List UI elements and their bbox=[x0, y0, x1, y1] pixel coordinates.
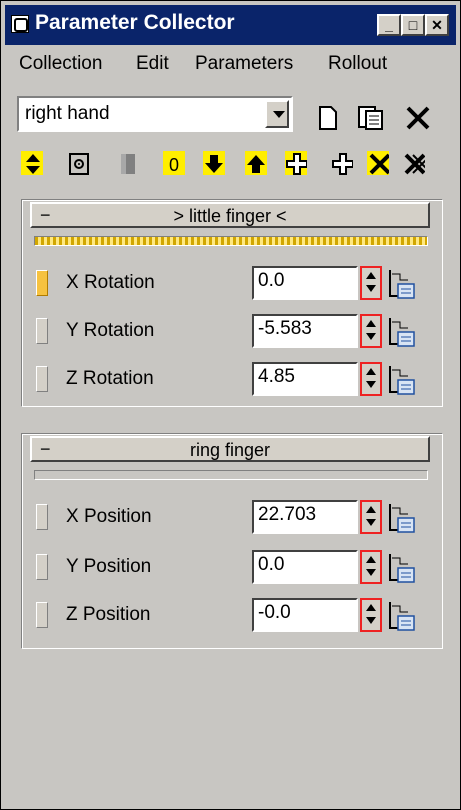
parameter-row: X Position 22.703 bbox=[22, 496, 442, 536]
parameter-row: X Rotation 0.0 bbox=[22, 262, 442, 302]
svg-text:0: 0 bbox=[169, 155, 179, 175]
delete-all-icon[interactable] bbox=[403, 151, 425, 175]
rollout-little-finger: − > little finger < X Rotation 0.0 Y Rot… bbox=[21, 199, 443, 407]
rollout-header[interactable]: − ring finger bbox=[30, 436, 430, 462]
parameter-row: Z Rotation 4.85 bbox=[22, 358, 442, 398]
rollout-header[interactable]: − > little finger < bbox=[30, 202, 430, 228]
parameter-select-handle[interactable] bbox=[36, 270, 48, 296]
parameter-label: X Rotation bbox=[66, 272, 155, 293]
parameter-row: Y Rotation -5.583 bbox=[22, 310, 442, 350]
parameter-value: 22.703 bbox=[258, 504, 317, 525]
window-title: Parameter Collector bbox=[35, 11, 235, 34]
rollout-icon[interactable] bbox=[119, 152, 141, 176]
rollout-ring-finger: − ring finger X Position 22.703 Y Positi… bbox=[21, 433, 443, 649]
parameter-value: -0.0 bbox=[258, 602, 291, 623]
parameter-select-handle[interactable] bbox=[36, 318, 48, 344]
collection-name: right hand bbox=[25, 103, 110, 124]
menu-rollout[interactable]: Rollout bbox=[328, 53, 387, 75]
parameter-value-field[interactable]: 0.0 bbox=[252, 550, 358, 584]
parameter-label: Z Position bbox=[66, 604, 151, 625]
curve-editor-icon[interactable] bbox=[388, 364, 418, 396]
parameter-label: Y Rotation bbox=[66, 320, 155, 341]
parameter-label: Z Rotation bbox=[66, 368, 154, 389]
menu-bar: Collection Edit Parameters Rollout bbox=[5, 47, 456, 81]
rollout-drop-zone[interactable] bbox=[34, 236, 428, 246]
parameter-value: -5.583 bbox=[258, 318, 312, 339]
delete-selected-icon[interactable] bbox=[367, 151, 389, 175]
select-object-icon[interactable] bbox=[69, 153, 91, 177]
parameter-select-handle[interactable] bbox=[36, 554, 48, 580]
move-down-icon[interactable] bbox=[203, 151, 225, 175]
parameter-value: 4.85 bbox=[258, 366, 295, 387]
parameter-value-field[interactable]: 0.0 bbox=[252, 266, 358, 300]
curve-editor-icon[interactable] bbox=[388, 316, 418, 348]
curve-editor-icon[interactable] bbox=[388, 552, 418, 584]
spinner[interactable] bbox=[360, 314, 382, 348]
parameter-value: 0.0 bbox=[258, 270, 285, 291]
menu-parameters[interactable]: Parameters bbox=[195, 53, 293, 75]
collection-dropdown[interactable]: right hand bbox=[17, 96, 293, 132]
rollout-title: ring finger bbox=[189, 440, 271, 460]
parameter-value-field[interactable]: 22.703 bbox=[252, 500, 358, 534]
delete-collection-icon[interactable] bbox=[405, 105, 431, 131]
parameter-row: Y Position 0.0 bbox=[22, 546, 442, 586]
curve-editor-icon[interactable] bbox=[388, 268, 418, 300]
parameter-value-field[interactable]: 4.85 bbox=[252, 362, 358, 396]
move-up-icon[interactable] bbox=[245, 151, 267, 175]
parameter-select-handle[interactable] bbox=[36, 366, 48, 392]
parameter-value: 0.0 bbox=[258, 554, 285, 575]
dropdown-arrow-button[interactable] bbox=[265, 100, 289, 128]
curve-editor-icon[interactable] bbox=[388, 600, 418, 632]
parameter-label: Y Position bbox=[66, 556, 152, 577]
zero-icon[interactable]: 0 bbox=[163, 151, 185, 175]
spinner[interactable] bbox=[360, 500, 382, 534]
parameter-select-handle[interactable] bbox=[36, 504, 48, 530]
parameter-select-handle[interactable] bbox=[36, 602, 48, 628]
parameter-collector-window: Parameter Collector _ □ ✕ Collection Edi… bbox=[0, 0, 461, 810]
app-icon bbox=[11, 15, 29, 33]
minimize-button[interactable]: _ bbox=[377, 14, 401, 36]
rollout-panel: − > little finger < X Rotation 0.0 Y Rot… bbox=[17, 191, 445, 791]
spinner[interactable] bbox=[360, 598, 382, 632]
move-up-down-icon[interactable] bbox=[21, 151, 43, 175]
spinner[interactable] bbox=[360, 362, 382, 396]
chevron-down-icon bbox=[273, 111, 285, 118]
add-selected-icon[interactable] bbox=[285, 151, 307, 175]
spinner[interactable] bbox=[360, 550, 382, 584]
curve-editor-icon[interactable] bbox=[388, 502, 418, 534]
title-bar[interactable]: Parameter Collector _ □ ✕ bbox=[5, 5, 456, 45]
add-icon[interactable] bbox=[331, 151, 353, 175]
rollout-drop-zone[interactable] bbox=[34, 470, 428, 480]
spinner[interactable] bbox=[360, 266, 382, 300]
maximize-button[interactable]: □ bbox=[401, 14, 425, 36]
duplicate-collection-icon[interactable] bbox=[357, 105, 385, 131]
menu-collection[interactable]: Collection bbox=[19, 53, 102, 75]
rollout-title: > little finger < bbox=[173, 206, 287, 226]
parameter-value-field[interactable]: -0.0 bbox=[252, 598, 358, 632]
parameter-label: X Position bbox=[66, 506, 152, 527]
close-button[interactable]: ✕ bbox=[425, 14, 449, 36]
parameter-row: Z Position -0.0 bbox=[22, 594, 442, 634]
parameter-value-field[interactable]: -5.583 bbox=[252, 314, 358, 348]
new-collection-icon[interactable] bbox=[317, 105, 339, 131]
menu-edit[interactable]: Edit bbox=[136, 53, 169, 75]
